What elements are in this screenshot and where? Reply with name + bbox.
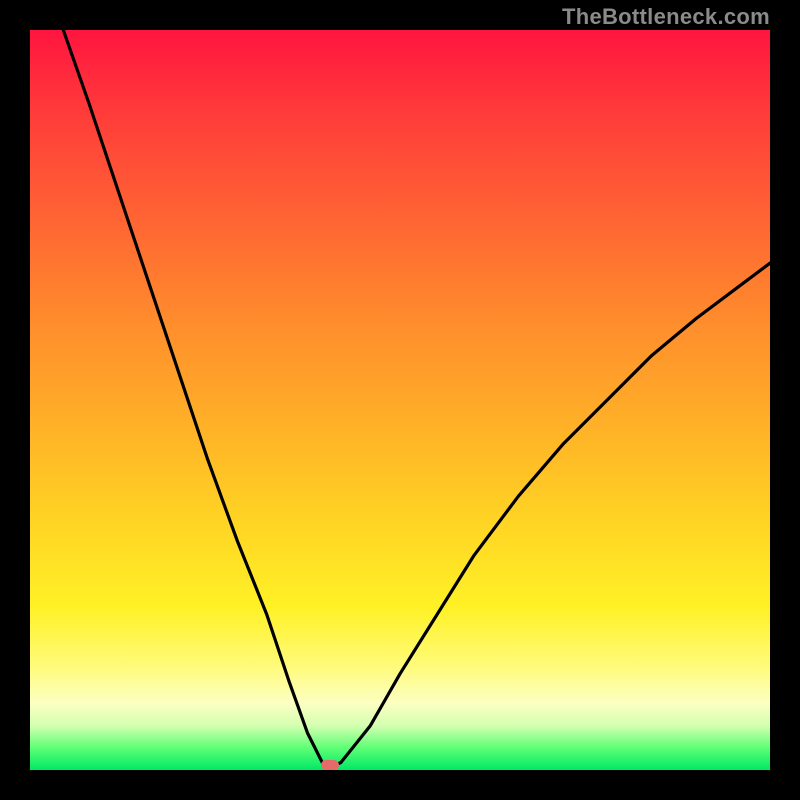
chart-container: TheBottleneck.com <box>0 0 800 800</box>
optimum-marker <box>321 760 339 770</box>
watermark-text: TheBottleneck.com <box>562 4 770 30</box>
plot-area <box>30 30 770 770</box>
curve-path <box>63 30 770 766</box>
bottleneck-curve <box>30 30 770 770</box>
